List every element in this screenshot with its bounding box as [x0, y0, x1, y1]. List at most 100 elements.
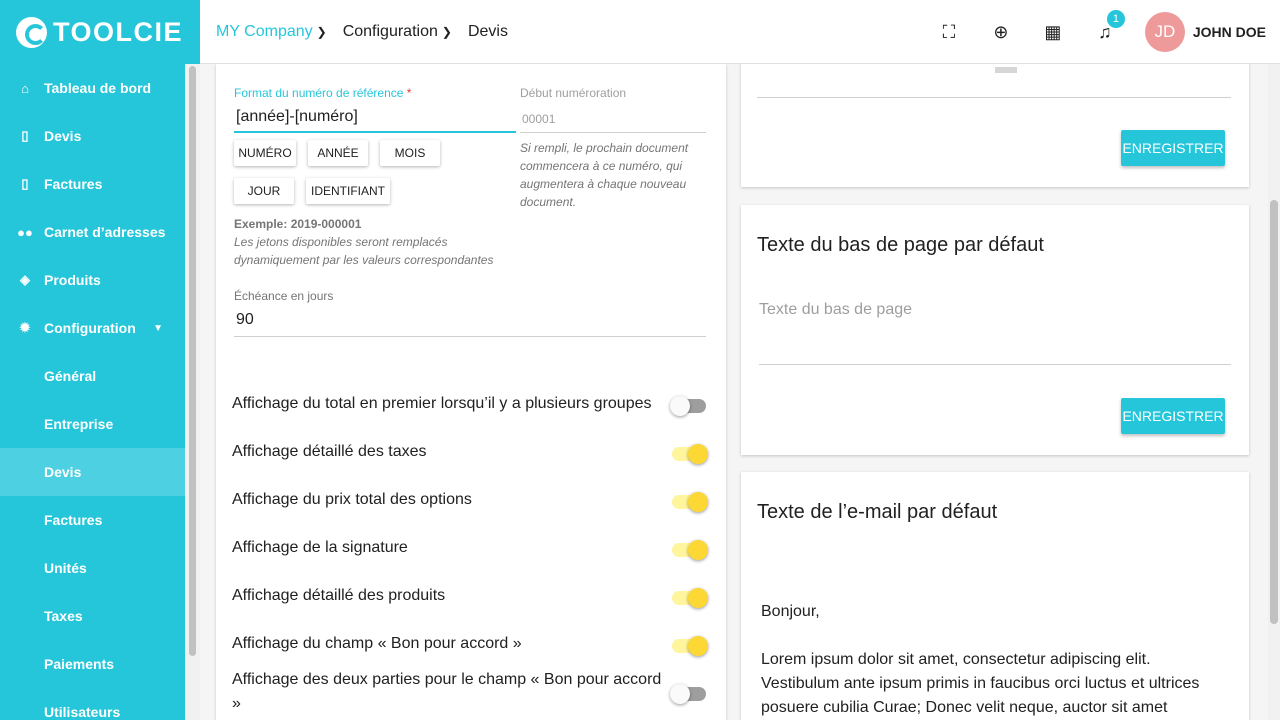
sidebar-item-configuration[interactable]: ✹ Configuration ▼: [0, 304, 185, 352]
toggle-label: Affichage détaillé des taxes: [232, 443, 427, 460]
toggle-switch[interactable]: [670, 394, 708, 416]
ref-format-label: Format du numéro de référence *: [234, 86, 411, 100]
logo-icon: [16, 16, 47, 48]
token-id-button[interactable]: IDENTIFIANT: [306, 178, 390, 204]
token-day-button[interactable]: JOUR: [234, 178, 294, 204]
toggle-approval-field: Affichage du champ « Bon pour accord »: [232, 628, 708, 660]
token-month-button[interactable]: MOIS: [380, 140, 440, 166]
sidebar-item-contacts[interactable]: ●● Carnet d’adresses: [0, 208, 185, 256]
image-placeholder-icon: [995, 67, 1017, 73]
globe-icon[interactable]: ⊕: [975, 22, 1027, 43]
chevron-right-icon: ❯: [441, 24, 452, 39]
sidebar-subitem-users[interactable]: Utilisateurs: [0, 688, 185, 720]
sidebar-subitem-units[interactable]: Unités: [0, 544, 185, 592]
signature-card: ENREGISTRER: [741, 64, 1249, 187]
sidebar: TOOLCIE ⌂ Tableau de bord ▯ Devis ▯ Fact…: [0, 0, 200, 720]
chevron-down-icon: ▼: [153, 322, 163, 334]
sidebar-item-label: Produits: [44, 272, 101, 288]
breadcrumb-quotes: Devis: [468, 23, 508, 41]
brand-logo[interactable]: TOOLCIE: [0, 0, 200, 64]
sidebar-item-products[interactable]: ◈ Produits: [0, 256, 185, 304]
sidebar-subitem-payments[interactable]: Paiements: [0, 640, 185, 688]
due-days-label: Échéance en jours: [234, 289, 334, 303]
toggle-label: Affichage du prix total des options: [232, 491, 472, 508]
sidebar-subitem-label: Unités: [44, 560, 87, 576]
toggle-options-total: Affichage du prix total des options: [232, 484, 708, 516]
sidebar-item-quotes[interactable]: ▯ Devis: [0, 112, 185, 160]
config-subnav: Général Entreprise Devis Factures Unités…: [0, 352, 185, 720]
fullscreen-icon[interactable]: ⛶: [923, 22, 975, 43]
footer-text-input[interactable]: Texte du bas de page: [759, 301, 1231, 365]
notification-badge: 1: [1106, 9, 1125, 28]
breadcrumb-company[interactable]: MY Company ❯: [216, 23, 327, 41]
card-title: Texte du bas de page par défaut: [757, 234, 1044, 256]
sidebar-subitem-company[interactable]: Entreprise: [0, 400, 185, 448]
username[interactable]: JOHN DOE: [1193, 24, 1266, 40]
card-title: Texte de l’e-mail par défaut: [757, 501, 998, 523]
main-scrollbar[interactable]: [1268, 64, 1280, 720]
sidebar-subitem-quotes[interactable]: Devis: [0, 448, 185, 496]
contacts-icon: ●●: [17, 224, 33, 240]
sidebar-nav: ⌂ Tableau de bord ▯ Devis ▯ Factures ●● …: [0, 64, 185, 720]
ref-format-input[interactable]: [année]-[numéro]: [234, 108, 516, 133]
sidebar-subitem-label: Paiements: [44, 656, 115, 672]
ref-format-label-text: Format du numéro de référence: [234, 86, 404, 100]
due-days-input[interactable]: 90: [234, 311, 706, 337]
start-number-help: Si rempli, le prochain document commence…: [520, 141, 689, 209]
toggle-label: Affichage détaillé des produits: [232, 587, 446, 604]
save-button[interactable]: ENREGISTRER: [1121, 130, 1225, 166]
toggle-both-parties: Affichage des deux parties pour le champ…: [232, 668, 708, 716]
sidebar-subitem-label: Taxes: [44, 608, 83, 624]
quote-settings-card: Format du numéro de référence * [année]-…: [216, 64, 726, 720]
sidebar-item-invoices[interactable]: ▯ Factures: [0, 160, 185, 208]
sidebar-item-label: Factures: [44, 176, 103, 192]
toggle-switch[interactable]: [670, 682, 708, 704]
email-greeting: Bonjour,: [761, 603, 820, 620]
token-year-button[interactable]: ANNÉE: [308, 140, 368, 166]
invoice-icon: ▯: [21, 176, 29, 191]
save-button[interactable]: ENREGISTRER: [1121, 398, 1225, 434]
quote-icon: ▯: [21, 128, 29, 143]
sidebar-item-label: Tableau de bord: [44, 80, 152, 96]
sidebar-subitem-invoices[interactable]: Factures: [0, 496, 185, 544]
sidebar-subitem-label: Factures: [44, 512, 103, 528]
toggle-label: Affichage de la signature: [232, 539, 408, 556]
toggle-switch[interactable]: [672, 442, 708, 464]
sidebar-subitem-label: Utilisateurs: [44, 704, 121, 720]
sidebar-item-label: Carnet d’adresses: [44, 224, 166, 240]
email-text-card: Texte de l’e-mail par défaut Bonjour, Lo…: [741, 472, 1249, 720]
main-scroll-thumb[interactable]: [1270, 200, 1278, 624]
toggle-label: Affichage du champ « Bon pour accord »: [232, 635, 522, 652]
tokens-help: Les jetons disponibles seront remplacés …: [234, 235, 494, 267]
start-number-input[interactable]: 00001: [520, 112, 706, 133]
sidebar-subitem-label: Devis: [44, 464, 82, 480]
toggle-tax-detail: Affichage détaillé des taxes: [232, 436, 708, 468]
sidebar-subitem-taxes[interactable]: Taxes: [0, 592, 185, 640]
sidebar-item-dashboard[interactable]: ⌂ Tableau de bord: [0, 64, 185, 112]
products-icon: ◈: [20, 272, 30, 287]
toggle-switch[interactable]: [672, 538, 708, 560]
sidebar-scroll-thumb[interactable]: [189, 66, 196, 656]
building-icon[interactable]: ▦: [1027, 22, 1079, 43]
divider: [757, 97, 1231, 98]
breadcrumb-label: MY Company: [216, 22, 313, 40]
sidebar-item-label: Devis: [44, 128, 82, 144]
sidebar-scrollbar[interactable]: [185, 64, 200, 720]
breadcrumb-configuration[interactable]: Configuration ❯: [343, 23, 452, 41]
toggle-switch[interactable]: [672, 634, 708, 656]
sidebar-subitem-general[interactable]: Général: [0, 352, 185, 400]
breadcrumb-label: Configuration: [342, 22, 438, 40]
email-paragraph: Lorem ipsum dolor sit amet, consectetur …: [761, 651, 1200, 716]
breadcrumb-label: Devis: [467, 22, 508, 40]
sidebar-subitem-label: Entreprise: [44, 416, 114, 432]
required-marker: *: [406, 86, 412, 100]
avatar[interactable]: JD: [1144, 12, 1185, 52]
bell-icon[interactable]: ♫ 1: [1079, 9, 1131, 43]
toggle-switch[interactable]: [672, 490, 708, 512]
toggle-switch[interactable]: [672, 586, 708, 608]
brand-name: TOOLCIE: [53, 16, 184, 47]
token-number-button[interactable]: NUMÉRO: [234, 140, 296, 166]
start-number-label: Début numéroration: [520, 86, 627, 100]
toggle-label: Affichage du total en premier lorsqu’il …: [232, 395, 652, 412]
email-text-editor[interactable]: Bonjour, Lorem ipsum dolor sit amet, con…: [761, 600, 1231, 720]
